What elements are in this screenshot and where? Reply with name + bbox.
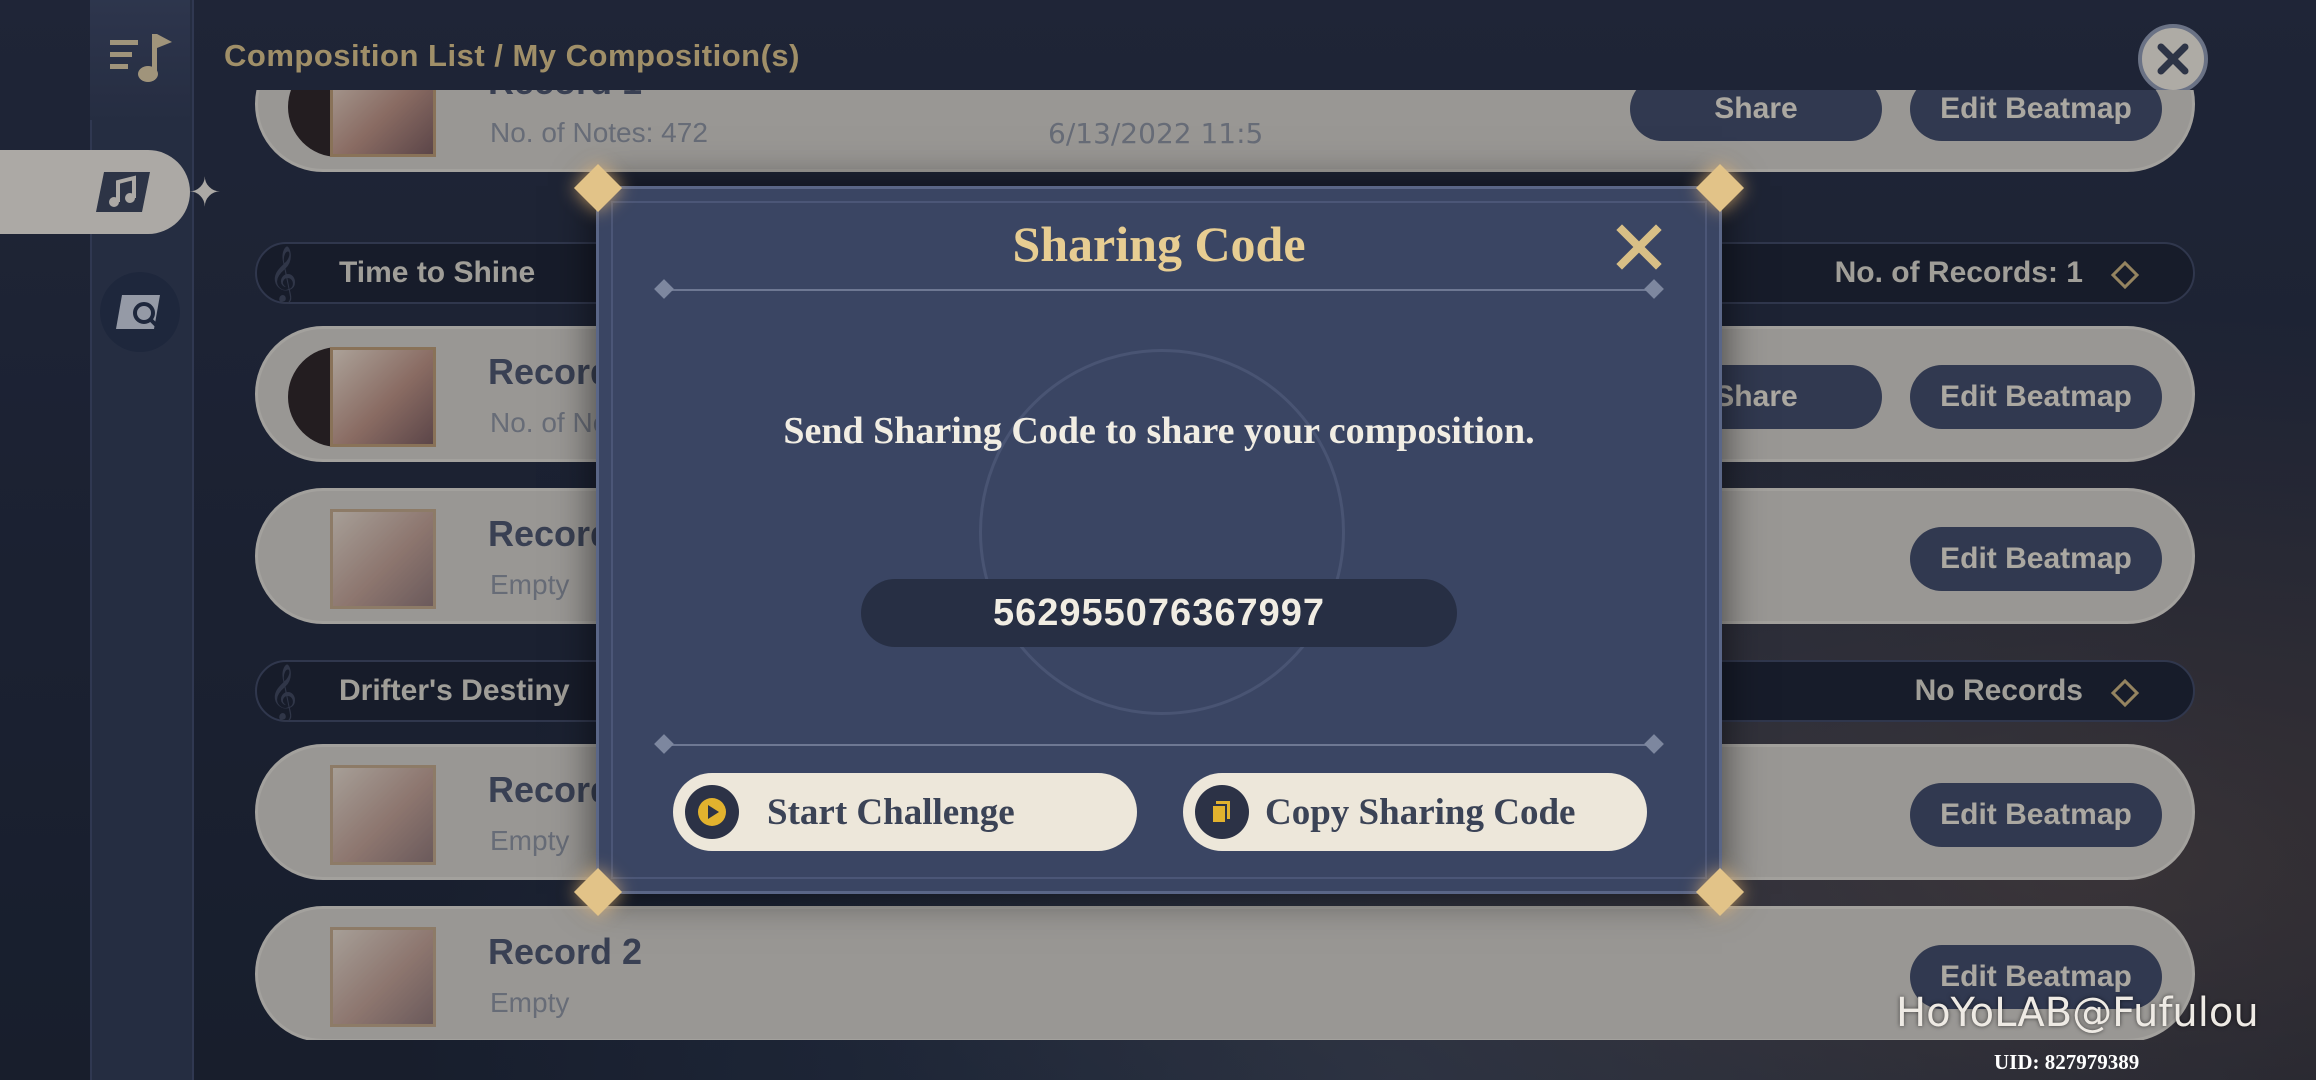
divider [657,744,1661,746]
dialog-close-button[interactable] [1609,217,1669,277]
copy-sharing-code-label: Copy Sharing Code [1265,791,1576,833]
sharing-code-field[interactable]: 562955076367997 [861,579,1457,647]
copy-sharing-code-button[interactable]: Copy Sharing Code [1183,773,1647,851]
watermark: HoYoLAB@Fufulou [1896,990,2259,1036]
dialog-title: Sharing Code [1012,216,1306,272]
start-challenge-label: Start Challenge [767,791,1015,833]
play-icon [685,785,739,839]
uid-label: UID: 827979389 [1994,1050,2140,1074]
dialog-message: Send Sharing Code to share your composit… [783,410,1535,452]
divider [657,289,1661,291]
start-challenge-button[interactable]: Start Challenge [673,773,1137,851]
sharing-code-dialog: Sharing Code Send Sharing Code to share … [573,163,1745,917]
close-icon [1616,224,1662,270]
emblem-watermark-icon [979,349,1345,715]
copy-icon [1195,785,1249,839]
